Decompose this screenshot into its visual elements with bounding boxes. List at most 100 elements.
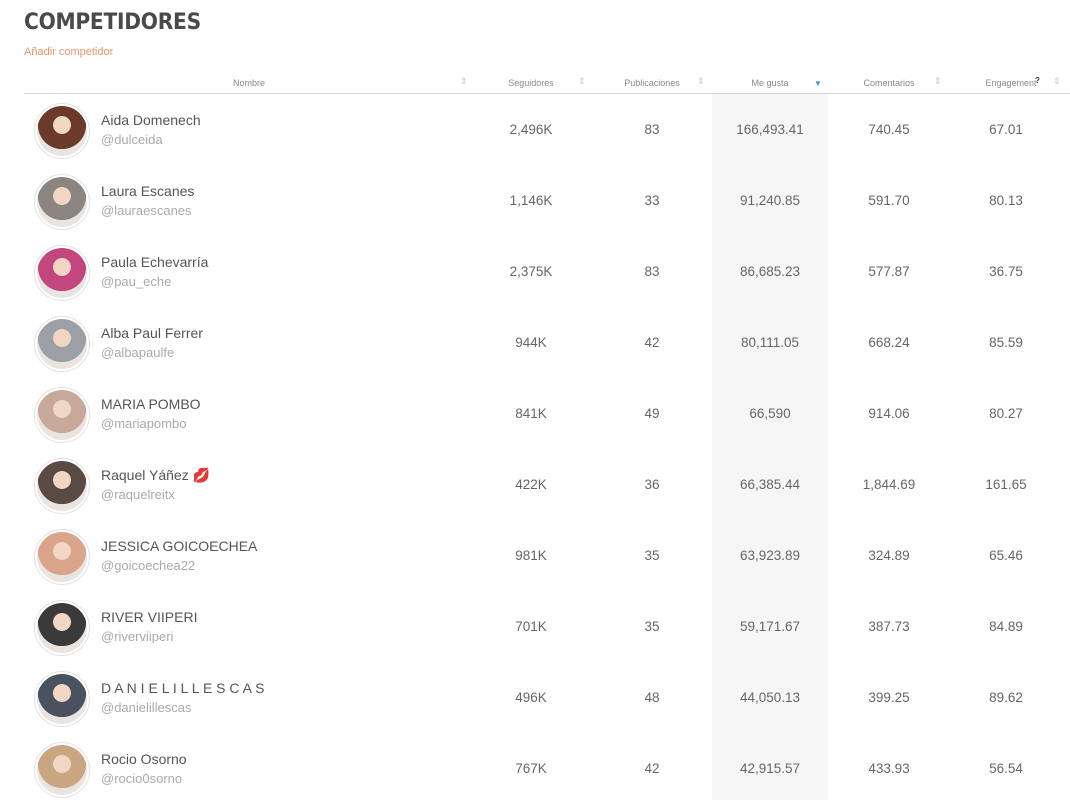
avatar-image bbox=[37, 532, 87, 582]
followers-cell: 2,375K bbox=[509, 264, 553, 279]
comments-cell: 387.73 bbox=[868, 619, 910, 634]
avatar[interactable] bbox=[34, 529, 90, 585]
table-row[interactable]: Aida Domenech @dulceida 2,496K 83 166,493.41… bbox=[24, 95, 1070, 166]
table-row[interactable]: Paula Echevarría @pau_eche 2,375K 83 86,685.… bbox=[24, 237, 1070, 308]
avatar[interactable] bbox=[34, 103, 90, 159]
help-icon[interactable]: ? bbox=[1035, 76, 1040, 85]
competitor-name[interactable]: JESSICA GOICOECHEA bbox=[101, 538, 257, 554]
avatar[interactable] bbox=[34, 174, 90, 230]
competitor-handle: @raquelreitx bbox=[101, 487, 175, 502]
competitor-name[interactable]: Laura Escanes bbox=[101, 183, 194, 199]
comments-cell: 399.25 bbox=[868, 690, 910, 705]
table-row[interactable]: Laura Escanes @lauraescanes 1,146K 33 91,240… bbox=[24, 166, 1070, 237]
likes-cell: 42,915.57 bbox=[739, 761, 801, 776]
posts-cell: 49 bbox=[644, 406, 660, 421]
comments-cell: 914.06 bbox=[868, 406, 910, 421]
sort-down-icon[interactable]: ▼ bbox=[814, 80, 822, 88]
avatar-image bbox=[37, 745, 87, 795]
competitor-name[interactable]: Aida Domenech bbox=[101, 112, 201, 128]
column-header-engagement[interactable]: Engagement ? ⇕ bbox=[951, 76, 1070, 94]
competitor-name[interactable]: RIVER VIIPERI bbox=[101, 609, 197, 625]
engagement-cell: 56.54 bbox=[989, 761, 1023, 776]
avatar[interactable] bbox=[34, 600, 90, 656]
likes-cell: 86,685.23 bbox=[739, 264, 801, 279]
competitor-handle: @danielillescas bbox=[101, 700, 192, 715]
engagement-cell: 84.89 bbox=[989, 619, 1023, 634]
competitor-name[interactable]: D A N I E L I L L E S C A S bbox=[101, 680, 264, 696]
avatar[interactable] bbox=[34, 245, 90, 301]
posts-cell: 33 bbox=[644, 193, 660, 208]
followers-cell: 981K bbox=[515, 548, 547, 563]
column-header-me-gusta[interactable]: Me gusta ▼ bbox=[714, 78, 826, 94]
competitor-name[interactable]: Raquel Yáñez 💋 bbox=[101, 467, 210, 484]
comments-cell: 668.24 bbox=[868, 335, 910, 350]
add-competitor-link[interactable]: Añadir competidor bbox=[24, 46, 113, 58]
sort-updown-icon[interactable]: ⇕ bbox=[934, 77, 942, 86]
avatar[interactable] bbox=[34, 458, 90, 514]
table-row[interactable]: D A N I E L I L L E S C A S @danielillesc… bbox=[24, 663, 1070, 734]
competitor-name[interactable]: Alba Paul Ferrer bbox=[101, 325, 203, 341]
followers-cell: 701K bbox=[515, 619, 547, 634]
avatar[interactable] bbox=[34, 316, 90, 372]
competitor-handle: @lauraescanes bbox=[101, 203, 192, 218]
avatar[interactable] bbox=[34, 387, 90, 443]
competitor-name[interactable]: MARIA POMBO bbox=[101, 396, 201, 412]
avatar-image bbox=[37, 248, 87, 298]
column-header-seguidores[interactable]: Seguidores ⇕ bbox=[476, 77, 586, 94]
column-header-nombre[interactable]: Nombre ⇕ bbox=[24, 77, 474, 94]
competitor-handle: @rocio0sorno bbox=[101, 771, 183, 786]
column-label: Engagement bbox=[985, 78, 1037, 88]
table-header: Nombre ⇕ Seguidores ⇕ Publicaciones ⇕ Me… bbox=[24, 74, 1070, 94]
table-row[interactable]: MARIA POMBO @mariapombo 841K 49 66,590 914.06… bbox=[24, 379, 1070, 450]
comments-cell: 577.87 bbox=[868, 264, 910, 279]
likes-cell: 66,385.44 bbox=[739, 477, 801, 492]
sort-updown-icon[interactable]: ⇕ bbox=[578, 77, 586, 86]
sort-updown-icon[interactable]: ⇕ bbox=[697, 77, 705, 86]
posts-cell: 42 bbox=[644, 335, 660, 350]
competitor-name[interactable]: Paula Echevarría bbox=[101, 254, 208, 270]
posts-cell: 35 bbox=[644, 548, 660, 563]
avatar-image bbox=[37, 390, 87, 440]
table-row[interactable]: Rocio Osorno @rocio0sorno 767K 42 42,915.57 4… bbox=[24, 734, 1070, 800]
column-header-publicaciones[interactable]: Publicaciones ⇕ bbox=[597, 77, 707, 94]
avatar-image bbox=[37, 603, 87, 653]
likes-cell: 91,240.85 bbox=[739, 193, 801, 208]
avatar[interactable] bbox=[34, 742, 90, 798]
avatar-image bbox=[37, 177, 87, 227]
table-row[interactable]: Raquel Yáñez 💋 @raquelreitx 422K 36 66,385.4… bbox=[24, 450, 1070, 521]
table-row[interactable]: JESSICA GOICOECHEA @goicoechea22 981K 35 63,… bbox=[24, 521, 1070, 592]
followers-cell: 1,146K bbox=[509, 193, 553, 208]
engagement-cell: 36.75 bbox=[989, 264, 1023, 279]
posts-cell: 48 bbox=[644, 690, 660, 705]
avatar-image bbox=[37, 319, 87, 369]
posts-cell: 83 bbox=[644, 264, 660, 279]
table-row[interactable]: RIVER VIIPERI @riverviiperi 701K 35 59,171.6… bbox=[24, 592, 1070, 663]
sort-updown-icon[interactable]: ⇕ bbox=[460, 77, 468, 86]
followers-cell: 944K bbox=[515, 335, 547, 350]
comments-cell: 1,844.69 bbox=[862, 477, 916, 492]
column-header-comentarios[interactable]: Comentarios ⇕ bbox=[834, 77, 944, 94]
competitor-handle: @goicoechea22 bbox=[101, 558, 196, 573]
competitor-handle: @riverviiperi bbox=[101, 629, 174, 644]
likes-cell: 166,493.41 bbox=[736, 122, 804, 137]
engagement-cell: 67.01 bbox=[989, 122, 1023, 137]
page-title: COMPETIDORES bbox=[24, 10, 201, 35]
likes-cell: 59,171.67 bbox=[739, 619, 801, 634]
competitor-handle: @albapaulfe bbox=[101, 345, 175, 360]
avatar-image bbox=[37, 461, 87, 511]
table-row[interactable]: Alba Paul Ferrer @albapaulfe 944K 42 80,111.… bbox=[24, 308, 1070, 379]
column-label: Seguidores bbox=[508, 78, 554, 88]
followers-cell: 422K bbox=[515, 477, 547, 492]
avatar-image bbox=[37, 674, 87, 724]
competitors-table: Nombre ⇕ Seguidores ⇕ Publicaciones ⇕ Me… bbox=[24, 74, 1070, 800]
column-label: Nombre bbox=[232, 78, 265, 88]
competitor-name[interactable]: Rocio Osorno bbox=[101, 751, 187, 767]
followers-cell: 2,496K bbox=[509, 122, 553, 137]
avatar[interactable] bbox=[34, 671, 90, 727]
followers-cell: 496K bbox=[515, 690, 547, 705]
sort-updown-icon[interactable]: ⇕ bbox=[1053, 77, 1061, 86]
posts-cell: 35 bbox=[644, 619, 660, 634]
followers-cell: 841K bbox=[515, 406, 547, 421]
comments-cell: 740.45 bbox=[868, 122, 910, 137]
column-label: Publicaciones bbox=[624, 78, 680, 88]
